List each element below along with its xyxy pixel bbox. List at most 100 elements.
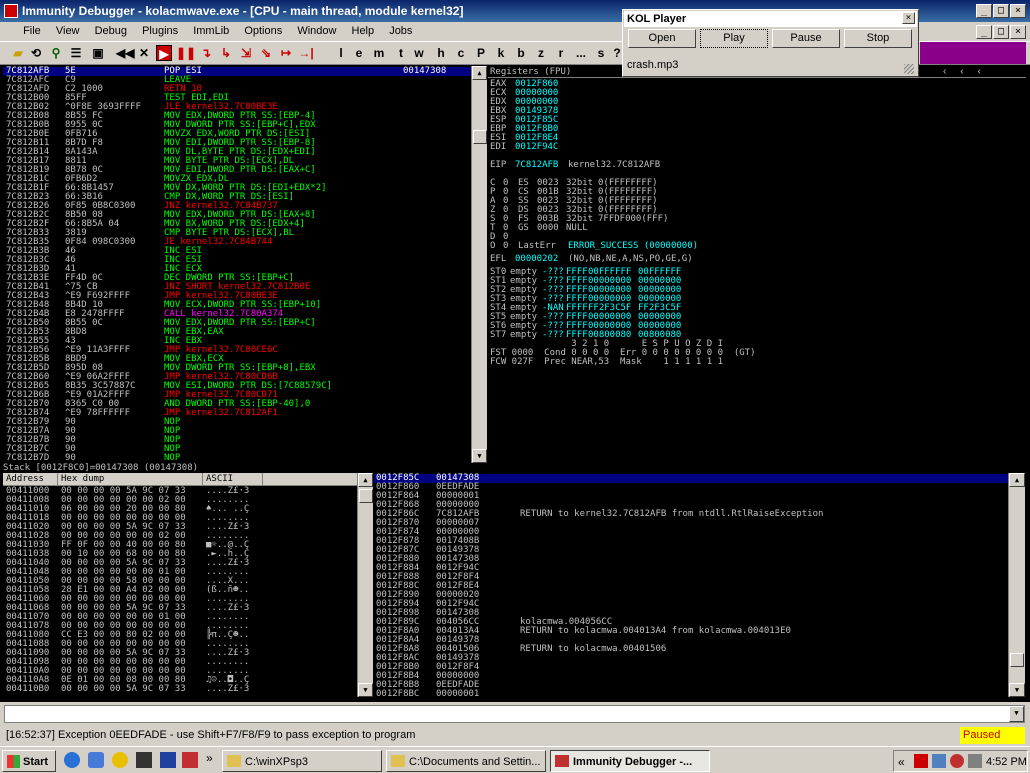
menu-options[interactable]: Options [238, 22, 288, 41]
call-stack-button[interactable]: k [494, 45, 508, 61]
grid-icon[interactable] [160, 752, 176, 768]
goto-icon[interactable]: →| [298, 45, 314, 61]
disassembly-scrollbar[interactable]: ▲ ▼ [471, 66, 487, 463]
help-button[interactable]: ? [612, 45, 622, 61]
clock: 4:52 PM [986, 756, 1027, 768]
volume-icon[interactable] [968, 754, 982, 768]
command-input[interactable] [4, 705, 1025, 723]
disassembly-pane[interactable]: 7C812AFB 5E POP ESI 00147308 7C812AFC C9 LEAVE… [3, 66, 471, 463]
references-button[interactable]: r [554, 45, 568, 61]
memory-map-button[interactable]: m [372, 45, 386, 61]
menu-immlib[interactable]: ImmLib [187, 22, 235, 41]
kol-resize-grip[interactable] [904, 64, 914, 74]
rewind-icon[interactable]: ◀◀ [116, 45, 134, 61]
stack-row[interactable]: 0012F8BC 00000001 [374, 689, 1008, 698]
quicklaunch-more-icon[interactable]: » [206, 747, 213, 769]
stack-comment: RETURN to kolacmwa.00401506 [520, 644, 667, 654]
stack-comment: RETURN to kolacmwa.004013A4 from kolacmw… [520, 626, 791, 636]
threads-button[interactable]: t [394, 45, 408, 61]
dump-header-ascii[interactable]: ASCII [203, 473, 263, 485]
eip-value[interactable]: 7C812AFB [515, 161, 558, 170]
dump-scrollbar[interactable]: ▲ ▼ [357, 473, 373, 697]
menu-jobs[interactable]: Jobs [383, 22, 418, 41]
windows-button[interactable]: w [412, 45, 426, 61]
task-winxpsp3[interactable]: C:\winXPsp3 [222, 750, 382, 772]
dump-pane[interactable]: Address Hex dump ASCII 00411000 00 00 00 … [3, 473, 357, 697]
handles-button[interactable]: h [434, 45, 448, 61]
menu-window[interactable]: Window [291, 22, 342, 41]
app-icon[interactable] [136, 752, 152, 768]
scroll-down-button[interactable]: ▼ [472, 449, 487, 463]
step-icon[interactable]: ☰ [68, 45, 84, 61]
menu-debug[interactable]: Debug [89, 22, 133, 41]
disasm-row[interactable]: 7C812B7D 90 NOP [3, 454, 471, 463]
task-documents[interactable]: C:\Documents and Settin... [386, 750, 546, 772]
menu-view[interactable]: View [50, 22, 86, 41]
flag-name: O [490, 241, 496, 251]
menu-plugins[interactable]: Plugins [136, 22, 184, 41]
cpu-button[interactable]: c [454, 45, 468, 61]
register-value[interactable]: 0012F94C [515, 143, 558, 152]
step-over-icon[interactable]: ↳ [218, 45, 234, 61]
disasm-instruction: NOP [164, 453, 181, 463]
close-button[interactable]: × [1010, 4, 1026, 18]
stack-address: 0012F8BC [376, 689, 420, 698]
kol-close-button[interactable]: × [902, 12, 915, 24]
attach-icon[interactable]: ⚲ [48, 45, 64, 61]
kol-play-button[interactable]: Play [700, 29, 768, 48]
view-icon[interactable]: ▣ [90, 45, 106, 61]
registers-pane[interactable]: Registers (FPU) ‹ ‹ ‹ EAX 0012F860 ECX 0000… [488, 66, 1026, 472]
open-icon[interactable]: ▰ [10, 45, 26, 61]
child-restore-button[interactable]: □ [993, 25, 1009, 39]
eip-module: kernel32.7C812AFB [568, 160, 661, 170]
folder-icon [391, 755, 405, 767]
source-button[interactable]: s [594, 45, 608, 61]
start-button[interactable]: Start [2, 750, 56, 772]
menu-help[interactable]: Help [346, 22, 381, 41]
security-icon[interactable] [950, 754, 964, 768]
menu-file[interactable]: File [17, 22, 47, 41]
stack-scrollbar[interactable]: ▲ ▼ [1008, 473, 1025, 697]
close-process-icon[interactable]: ✕ [136, 45, 152, 61]
trace-over-icon[interactable]: ⇘ [258, 45, 274, 61]
run-trace-button[interactable]: ... [572, 45, 590, 61]
run-icon[interactable]: ▶ [156, 45, 172, 61]
step-into-icon[interactable]: ↴ [198, 45, 214, 61]
trace-into-icon[interactable]: ⇲ [238, 45, 254, 61]
dump-header-address[interactable]: Address [3, 473, 58, 485]
scroll-thumb[interactable] [473, 130, 487, 144]
kol-pause-button[interactable]: Pause [772, 29, 840, 48]
z-button[interactable]: z [534, 45, 548, 61]
dump-header: Address Hex dump ASCII [3, 473, 357, 486]
network-icon[interactable] [932, 754, 946, 768]
log-window-button[interactable]: l [334, 45, 348, 61]
command-dropdown[interactable]: ▼ [1009, 706, 1024, 722]
hazard-icon[interactable] [112, 752, 128, 768]
execute-till-return-icon[interactable]: ↦ [278, 45, 294, 61]
dump-header-hex[interactable]: Hex dump [58, 473, 203, 485]
immunity-icon[interactable] [182, 752, 198, 768]
minimize-button[interactable]: _ [976, 4, 992, 18]
scroll-up-button[interactable]: ▲ [472, 66, 487, 80]
register-nav[interactable]: ‹ ‹ ‹ [943, 66, 1013, 77]
stack-pane[interactable]: 0012F85C 00147308 0012F860 0EEDFADE 0012F864… [374, 473, 1008, 697]
pdf-icon[interactable] [914, 754, 928, 768]
dump-row[interactable]: 004110B0 00 00 00 00 5A 9C 07 33 ....Z£·3 [3, 685, 357, 694]
task-immunity[interactable]: Immunity Debugger -... [550, 750, 710, 772]
efl-value[interactable]: 00000202 [515, 255, 558, 264]
kol-stop-button[interactable]: Stop [844, 29, 912, 48]
child-minimize-button[interactable]: _ [976, 25, 992, 39]
breakpoints-button[interactable]: b [514, 45, 528, 61]
kol-open-button[interactable]: Open [628, 29, 696, 48]
pause-icon[interactable]: ❚❚ [176, 45, 196, 61]
child-close-button[interactable]: × [1010, 25, 1026, 39]
patches-button[interactable]: P [474, 45, 488, 61]
tray-expand-icon[interactable]: « [898, 751, 905, 773]
wmp-icon[interactable] [88, 752, 104, 768]
restart-icon[interactable]: ⟲ [28, 45, 44, 61]
pycommand-bar[interactable] [920, 42, 1026, 64]
maximize-button[interactable]: □ [993, 4, 1009, 18]
executable-modules-button[interactable]: e [352, 45, 366, 61]
ie-icon[interactable] [64, 752, 80, 768]
flag-value[interactable]: 0 [503, 242, 508, 251]
